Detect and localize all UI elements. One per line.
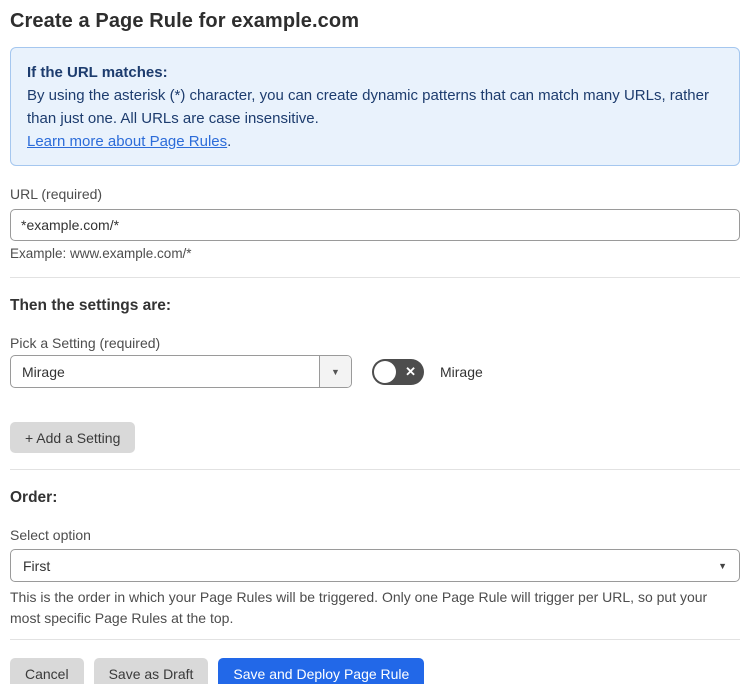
info-box-heading: If the URL matches: [27,64,168,81]
chevron-down-icon: ▼ [331,366,340,377]
setting-dropdown[interactable]: Mirage ▼ [10,355,352,388]
divider [10,469,740,470]
save-and-deploy-button[interactable]: Save and Deploy Page Rule [218,658,425,684]
order-select[interactable]: First ▼ [10,549,740,582]
url-field-label: URL (required) [10,186,103,202]
order-section-heading: Order: [10,489,58,506]
order-select-value: First [23,557,51,574]
toggle-knob [374,360,396,383]
create-page-rule-form: Create a Page Rule for example.com If th… [0,0,750,684]
url-match-info-box: If the URL matches: By using the asteris… [10,47,740,166]
divider [10,639,740,640]
chevron-down-icon: ▼ [718,560,727,571]
order-select-label: Select option [10,527,91,543]
url-field-helper: Example: www.example.com/* [10,246,192,261]
setting-dropdown-arrow-button[interactable]: ▼ [319,356,351,387]
pick-setting-label: Pick a Setting (required) [10,335,161,351]
setting-row: Mirage ▼ ✕ Mirage [10,355,740,388]
info-box-link-line: Learn more about Page Rules. [27,130,723,153]
toggle-label: Mirage [440,363,483,380]
learn-more-link[interactable]: Learn more about Page Rules [27,133,227,150]
link-suffix: . [227,133,232,150]
save-as-draft-button[interactable]: Save as Draft [93,658,209,684]
url-input[interactable] [10,209,740,241]
toggle-off-x-icon: ✕ [405,363,416,379]
setting-dropdown-value: Mirage [22,363,65,380]
footer-actions: Cancel Save as Draft Save and Deploy Pag… [10,658,740,684]
settings-section-heading: Then the settings are: [10,297,172,314]
info-box-body: By using the asterisk (*) character, you… [27,87,709,127]
page-title: Create a Page Rule for example.com [10,10,360,32]
divider [10,277,740,278]
mirage-toggle[interactable]: ✕ [372,358,424,385]
order-helper-text: This is the order in which your Page Rul… [10,589,708,626]
cancel-button[interactable]: Cancel [10,658,84,684]
add-setting-button[interactable]: + Add a Setting [10,422,136,453]
